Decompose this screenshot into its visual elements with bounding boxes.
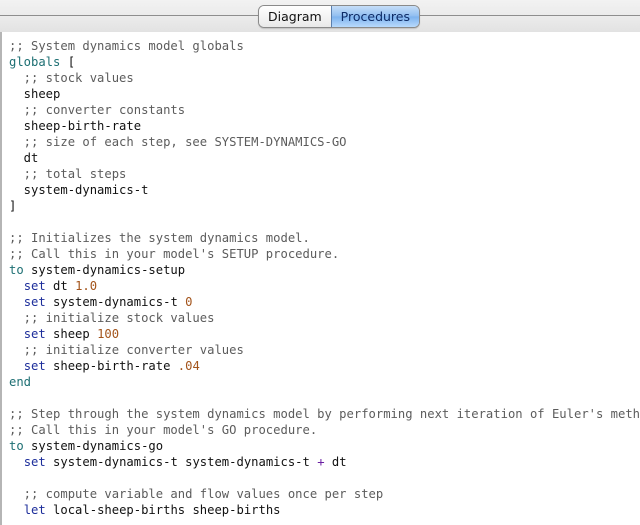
code-line: set dt 1.0 — [9, 278, 640, 294]
code-line: set system-dynamics-t 0 — [9, 294, 640, 310]
view-tab-switcher: Diagram Procedures — [258, 5, 420, 28]
tab-toolbar: Diagram Procedures — [0, 0, 640, 32]
code-comment: ;; initialize stock values — [9, 311, 215, 325]
code-line: dt — [9, 150, 640, 166]
code-number: 100 — [97, 327, 120, 341]
code-identifier — [9, 327, 24, 341]
code-comment: ;; initialize converter values — [9, 343, 244, 357]
code-identifier: system-dynamics-t — [45, 295, 186, 309]
code-identifier — [9, 455, 24, 469]
procedures-code-editor[interactable]: ;; System dynamics model globals globals … — [0, 32, 640, 525]
code-comment: ;; System dynamics model globals — [9, 39, 244, 53]
code-line: ] — [9, 198, 640, 214]
code-line: set sheep-birth-rate .04 — [9, 358, 640, 374]
code-comment: ;; size of each step, see SYSTEM-DYNAMIC… — [9, 135, 347, 149]
code-number: 1.0 — [75, 279, 98, 293]
code-definition-keyword: end — [9, 375, 32, 389]
code-comment: ;; Step through the system dynamics mode… — [9, 407, 640, 421]
code-command-keyword: set — [23, 455, 46, 469]
code-line: sheep-birth-rate — [9, 118, 640, 134]
code-identifier — [9, 295, 24, 309]
code-identifier: dt — [9, 151, 39, 165]
code-definition-keyword: globals — [9, 55, 61, 69]
code-identifier — [9, 279, 24, 293]
code-line: ;; initialize stock values — [9, 310, 640, 326]
code-identifier: system-dynamics-go — [23, 439, 164, 453]
code-comment: ;; stock values — [9, 71, 134, 85]
code-line: ;; Step through the system dynamics mode… — [9, 406, 640, 422]
code-line: set sheep 100 — [9, 326, 640, 342]
code-line: ;; converter constants — [9, 102, 640, 118]
code-comment: ;; Call this in your model's SETUP proce… — [9, 247, 340, 261]
code-operator: + — [317, 455, 325, 469]
code-line: ;; size of each step, see SYSTEM-DYNAMIC… — [9, 134, 640, 150]
code-identifier: dt — [324, 455, 347, 469]
code-identifier: sheep-birth-rate — [45, 359, 178, 373]
code-identifier — [9, 503, 24, 517]
code-comment: ;; compute variable and flow values once… — [9, 487, 384, 501]
code-identifier: dt — [45, 279, 76, 293]
code-line: system-dynamics-t — [9, 182, 640, 198]
code-definition-keyword: to — [9, 263, 24, 277]
code-command-keyword: set — [23, 359, 46, 373]
code-identifier: system-dynamics-t — [9, 183, 149, 197]
code-line: end — [9, 374, 640, 390]
code-line: ;; Initializes the system dynamics model… — [9, 230, 640, 246]
code-command-keyword: let — [23, 503, 46, 517]
code-identifier: local-sheep-births sheep-births — [45, 503, 281, 517]
code-command-keyword: set — [23, 279, 46, 293]
code-identifier — [9, 359, 24, 373]
code-line: sheep — [9, 86, 640, 102]
code-comment: ;; converter constants — [9, 103, 186, 117]
code-number: 0 — [185, 295, 193, 309]
code-identifier: [ — [60, 55, 76, 69]
code-identifier: sheep — [45, 327, 98, 341]
tab-procedures[interactable]: Procedures — [330, 6, 419, 27]
code-command-keyword: set — [23, 327, 46, 341]
tab-diagram[interactable]: Diagram — [259, 6, 331, 27]
code-line: globals [ — [9, 54, 640, 70]
code-identifier: system-dynamics-t system-dynamics-t — [45, 455, 318, 469]
code-comment: ;; Call this in your model's GO procedur… — [9, 423, 318, 437]
code-identifier: sheep — [9, 87, 61, 101]
code-line: ;; initialize converter values — [9, 342, 640, 358]
code-line: to system-dynamics-setup — [9, 262, 640, 278]
code-command-keyword: set — [23, 295, 46, 309]
code-identifier: ] — [9, 199, 17, 213]
code-number: .04 — [177, 359, 200, 373]
code-identifier: system-dynamics-setup — [23, 263, 186, 277]
code-definition-keyword: to — [9, 439, 24, 453]
code-line: ;; total steps — [9, 166, 640, 182]
code-line: ;; stock values — [9, 70, 640, 86]
code-line: ;; Call this in your model's SETUP proce… — [9, 246, 640, 262]
code-comment: ;; Initializes the system dynamics model… — [9, 231, 310, 245]
code-line: ;; Call this in your model's GO procedur… — [9, 422, 640, 438]
code-identifier: sheep-birth-rate — [9, 119, 142, 133]
code-line: ;; System dynamics model globals — [9, 38, 640, 54]
code-comment: ;; total steps — [9, 167, 127, 181]
code-line: set system-dynamics-t system-dynamics-t … — [9, 454, 640, 470]
code-line: let local-sheep-births sheep-births — [9, 502, 640, 518]
code-line: to system-dynamics-go — [9, 438, 640, 454]
code-line: ;; compute variable and flow values once… — [9, 486, 640, 502]
